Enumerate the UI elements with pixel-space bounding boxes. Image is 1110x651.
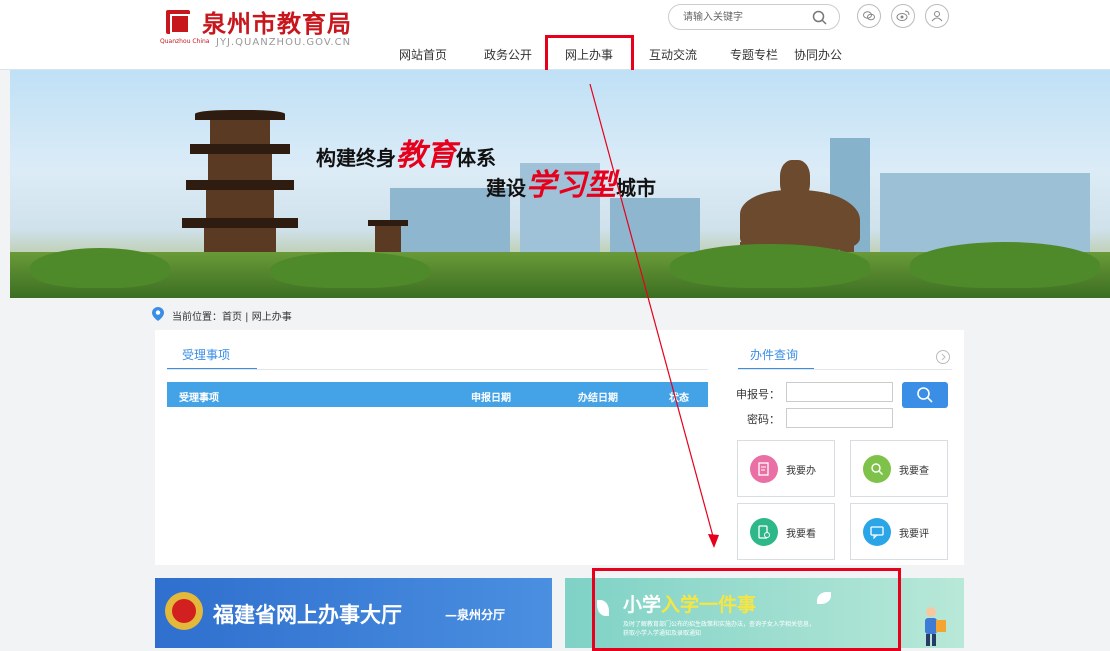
banner-slogan-2: 建设学习型城市: [486, 168, 656, 203]
tile-label: 我要评: [899, 529, 929, 540]
divider: [167, 369, 708, 370]
more-arrow-icon[interactable]: [936, 350, 950, 364]
nav-item-government-affairs[interactable]: 政务公开: [484, 46, 532, 63]
nav-item-interaction[interactable]: 互动交流: [649, 46, 697, 63]
password-label: 密码：: [747, 413, 780, 426]
column-header-apply-date: 申报日期: [471, 393, 511, 404]
column-header-status: 状态: [669, 393, 689, 404]
tile-label: 我要看: [786, 529, 816, 540]
password-input[interactable]: [786, 408, 893, 428]
student-figure-icon: [925, 607, 946, 646]
person-icon[interactable]: [925, 4, 949, 28]
column-header-item: 受理事项: [179, 393, 219, 404]
tile-label: 我要办: [786, 466, 816, 477]
edit-icon: [750, 455, 778, 483]
nav-item-office[interactable]: 协同办公: [794, 46, 842, 63]
phone-view-icon: [750, 518, 778, 546]
tile-i-want-to-comment[interactable]: 我要评: [850, 503, 948, 560]
quanzhou-branch-label: —泉州分厅: [445, 608, 506, 622]
site-domain: JYJ.QUANZHOU.GOV.CN: [216, 37, 352, 48]
national-emblem-icon: [165, 592, 203, 630]
site-logo-icon[interactable]: [166, 10, 190, 34]
search-input[interactable]: [683, 9, 803, 25]
fujian-online-hall-banner[interactable]: 福建省网上办事大厅 —泉州分厅: [155, 578, 552, 648]
search-icon: [917, 387, 933, 403]
tab-accepted-items[interactable]: 受理事项: [182, 346, 230, 363]
nav-item-home[interactable]: 网站首页: [399, 46, 447, 63]
fujian-hall-title: 福建省网上办事大厅: [213, 603, 402, 627]
tile-i-want-to-apply[interactable]: 我要办: [737, 440, 835, 497]
logo-subtitle: Quanzhou China: [160, 38, 210, 45]
comment-icon: [863, 518, 891, 546]
breadcrumb: 当前位置：首页 | 网上办事: [172, 312, 292, 323]
location-pin-icon: [152, 307, 164, 321]
search-box: [668, 4, 840, 30]
column-header-done-date: 办结日期: [578, 393, 618, 404]
banner-slogan-1: 构建终身教育体系: [316, 138, 496, 173]
tile-i-want-to-view[interactable]: 我要看: [737, 503, 835, 560]
highlight-box-enrollment: [592, 568, 901, 651]
site-name[interactable]: 泉州市教育局: [202, 4, 352, 39]
application-number-input[interactable]: [786, 382, 893, 402]
nav-item-special-topics[interactable]: 专题专栏: [730, 46, 778, 63]
accepted-items-panel: 受理事项 受理事项 申报日期 办结日期 状态: [155, 330, 710, 565]
divider: [738, 369, 952, 370]
search-icon: [863, 455, 891, 483]
weibo-icon[interactable]: [891, 4, 915, 28]
case-query-panel: 办件查询 申报号： 密码： 我要办 我要查 我要看 我要评: [710, 330, 964, 565]
table-header: 受理事项 申报日期 办结日期 状态: [167, 382, 708, 407]
application-number-label: 申报号：: [736, 388, 780, 401]
tile-i-want-to-query[interactable]: 我要查: [850, 440, 948, 497]
hero-banner: 构建终身教育体系 建设学习型城市: [10, 70, 1110, 298]
wechat-icon[interactable]: [857, 4, 881, 28]
query-search-button[interactable]: [902, 382, 948, 408]
search-icon[interactable]: [811, 9, 829, 27]
tile-label: 我要查: [899, 466, 929, 477]
tab-case-query[interactable]: 办件查询: [750, 346, 798, 363]
city-skyline: [610, 198, 700, 258]
